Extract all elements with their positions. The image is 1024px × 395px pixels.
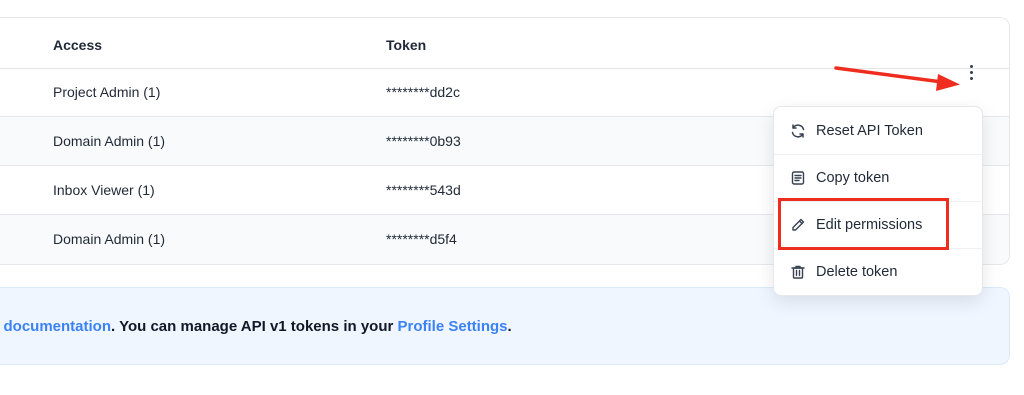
token-cell: ********0b93 (386, 133, 461, 149)
info-text-middle: . You can manage API v1 tokens in your (111, 318, 398, 335)
annotation-arrow-icon (834, 66, 960, 91)
menu-item-label: Reset API Token (816, 122, 923, 139)
row-actions-menu: Reset API Token Copy token Edit permissi… (773, 106, 983, 296)
info-banner: e documentation. You can manage API v1 t… (0, 287, 1010, 365)
info-text: e documentation. You can manage API v1 t… (0, 318, 512, 335)
menu-item-edit-permissions[interactable]: Edit permissions (774, 201, 982, 248)
access-cell: Project Admin (1) (53, 84, 161, 100)
header-token: Token (386, 37, 427, 53)
access-cell: Domain Admin (1) (53, 231, 166, 247)
pencil-icon (789, 216, 807, 234)
documentation-link[interactable]: e documentation (0, 318, 111, 335)
document-icon (789, 169, 807, 187)
token-cell: ********543d (386, 182, 461, 198)
menu-item-label: Delete token (816, 264, 898, 280)
menu-item-label: Edit permissions (816, 217, 923, 233)
menu-item-reset-api-token[interactable]: Reset API Token (774, 107, 982, 154)
refresh-icon (789, 122, 807, 140)
info-text-end: . (507, 318, 512, 335)
profile-settings-link[interactable]: Profile Settings (398, 318, 508, 335)
access-cell: Domain Admin (1) (53, 133, 166, 149)
kebab-dot (969, 64, 973, 68)
trash-icon (789, 263, 807, 281)
menu-item-label: Copy token (816, 170, 890, 186)
token-cell: ********d5f4 (386, 231, 457, 247)
header-access: Access (53, 37, 103, 53)
menu-item-copy-token[interactable]: Copy token (774, 154, 982, 201)
kebab-dot (969, 76, 973, 80)
kebab-dot (969, 70, 973, 74)
access-cell: Inbox Viewer (1) (53, 182, 155, 198)
token-cell: ********dd2c (386, 84, 460, 100)
menu-item-delete-token[interactable]: Delete token (774, 248, 982, 295)
